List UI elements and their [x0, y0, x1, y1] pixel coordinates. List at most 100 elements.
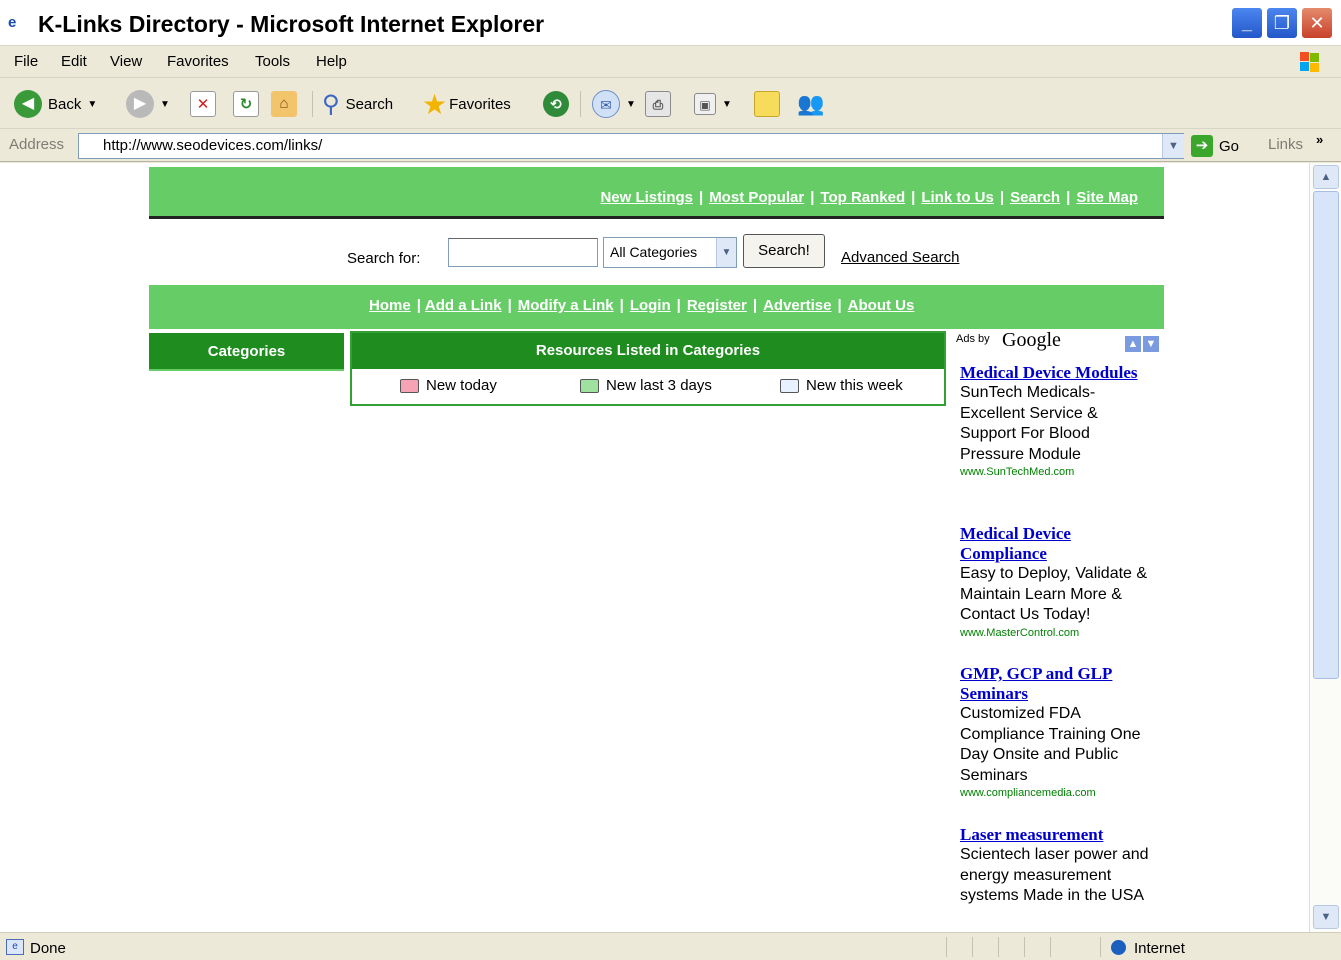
- history-button[interactable]: ⟲: [543, 88, 569, 120]
- home-button[interactable]: ⌂: [271, 88, 297, 120]
- messenger-button[interactable]: 👥: [797, 88, 824, 120]
- nav-site-map[interactable]: Site Map: [1076, 189, 1138, 206]
- menu-file[interactable]: File: [14, 53, 38, 70]
- star-icon: ★: [422, 88, 448, 120]
- nav-modify-a-link[interactable]: Modify a Link: [518, 297, 614, 314]
- links-label[interactable]: Links: [1268, 136, 1303, 153]
- mail-button[interactable]: ✉ ▼: [592, 88, 636, 120]
- category-select-value: All Categories: [610, 244, 698, 260]
- ad-item: Medical Device Compliance Easy to Deploy…: [960, 524, 1156, 640]
- edit-button[interactable]: ▣ ▼: [694, 88, 732, 120]
- vertical-scrollbar[interactable]: ▲ ▼: [1309, 163, 1341, 932]
- category-dropdown-icon[interactable]: ▼: [716, 238, 736, 267]
- edit-dropdown-icon[interactable]: ▼: [722, 99, 732, 110]
- nav-separator: |: [911, 189, 916, 206]
- back-label: Back: [48, 95, 82, 113]
- favorites-toolbar-label: Favorites: [449, 95, 511, 113]
- legend-new-today: New today: [400, 377, 497, 394]
- nav-new-listings[interactable]: New Listings: [600, 189, 693, 206]
- address-url: http://www.seodevices.com/links/: [103, 137, 323, 154]
- browser-window: e K-Links Directory - Microsoft Internet…: [0, 0, 1341, 960]
- nav-top-ranked[interactable]: Top Ranked: [820, 189, 905, 206]
- categories-header: Categories: [149, 333, 344, 371]
- window-title: K-Links Directory - Microsoft Internet E…: [38, 11, 545, 37]
- scroll-down-icon[interactable]: ▼: [1313, 905, 1339, 929]
- nav-separator: |: [999, 189, 1005, 206]
- category-select[interactable]: All Categories ▼: [603, 237, 737, 268]
- main-nav-links: Home | Add a Link | Modify a Link | Login | Regi…: [369, 297, 914, 314]
- green-folder-icon: [580, 378, 599, 393]
- nav-login[interactable]: Login: [630, 297, 671, 314]
- refresh-button[interactable]: ↻: [233, 88, 259, 120]
- forward-arrow-icon: ▶: [126, 90, 154, 118]
- ad-title-link[interactable]: Medical Device Modules: [960, 363, 1138, 382]
- history-icon: ⟲: [543, 91, 569, 117]
- ad-url[interactable]: www.SunTechMed.com: [960, 465, 1156, 479]
- toolbar: ◀ Back ▼ ▶ ▼ ✕ ↻ ⌂ ⚲ Search ★ Favorites …: [0, 79, 1341, 129]
- menu-view[interactable]: View: [110, 53, 142, 70]
- minimize-button[interactable]: _: [1231, 7, 1263, 39]
- nav-register[interactable]: Register: [687, 297, 747, 314]
- discuss-button[interactable]: [754, 88, 780, 120]
- back-dropdown-icon[interactable]: ▼: [87, 99, 97, 110]
- search-input[interactable]: [448, 238, 598, 267]
- ad-body: Easy to Deploy, Validate & Maintain Lear…: [960, 565, 1148, 624]
- scrollbar-thumb[interactable]: [1313, 191, 1339, 679]
- nav-link-to-us[interactable]: Link to Us: [921, 189, 994, 206]
- ads-by-label[interactable]: Ads by: [956, 333, 990, 345]
- close-button[interactable]: ✕: [1301, 7, 1333, 39]
- menu-tools[interactable]: Tools: [255, 53, 290, 70]
- ad-title-link[interactable]: GMP, GCP and GLP Seminars: [960, 664, 1112, 703]
- stop-button[interactable]: ✕: [190, 88, 216, 120]
- menu-bar: File Edit View Favorites Tools Help: [0, 46, 1341, 78]
- status-bar: e Done Internet: [0, 932, 1341, 960]
- page-viewport: New Listings | Most Popular | Top Ranked | Lin…: [0, 163, 1309, 932]
- ad-title-link[interactable]: Medical Device Compliance: [960, 524, 1071, 563]
- windows-flag-icon: [1300, 52, 1319, 72]
- address-dropdown-icon[interactable]: ▼: [1162, 134, 1184, 158]
- ad-prev-icon[interactable]: ▲: [1125, 336, 1141, 352]
- restore-button[interactable]: ❐: [1266, 7, 1298, 39]
- links-chevron-icon[interactable]: »: [1316, 132, 1323, 147]
- security-zone-text: Internet: [1134, 940, 1185, 957]
- forward-button[interactable]: ▶ ▼: [126, 88, 170, 120]
- go-button[interactable]: ➔ Go: [1191, 135, 1239, 157]
- ad-url[interactable]: www.compliancemedia.com: [960, 786, 1156, 800]
- ad-title-link[interactable]: Laser measurement: [960, 825, 1103, 844]
- ad-item: GMP, GCP and GLP Seminars Customized FDA…: [960, 664, 1156, 800]
- nav-search[interactable]: Search: [1010, 189, 1060, 206]
- nav-home[interactable]: Home: [369, 297, 411, 314]
- forward-dropdown-icon[interactable]: ▼: [160, 99, 170, 110]
- status-separator: [1100, 937, 1101, 957]
- nav-about-us[interactable]: About Us: [848, 297, 915, 314]
- nav-add-a-link[interactable]: Add a Link: [425, 297, 502, 314]
- ad-item: Medical Device Modules SunTech Medicals-…: [960, 363, 1156, 479]
- ad-next-icon[interactable]: ▼: [1143, 336, 1159, 352]
- nav-most-popular[interactable]: Most Popular: [709, 189, 804, 206]
- status-separator: [946, 937, 947, 957]
- mail-dropdown-icon[interactable]: ▼: [626, 99, 636, 110]
- scroll-up-icon[interactable]: ▲: [1313, 165, 1339, 189]
- favorites-toolbar-button[interactable]: ★ Favorites: [422, 88, 511, 120]
- back-button[interactable]: ◀ Back ▼: [14, 88, 97, 120]
- status-separator: [998, 937, 999, 957]
- ad-item: Laser measurement Scientech laser power …: [960, 825, 1156, 907]
- nav-advertise[interactable]: Advertise: [763, 297, 831, 314]
- google-logo[interactable]: Google: [1002, 329, 1061, 352]
- advanced-search-link[interactable]: Advanced Search: [841, 249, 959, 266]
- legend-new-last-3-days: New last 3 days: [580, 377, 712, 394]
- search-toolbar-button[interactable]: ⚲ Search: [322, 88, 393, 120]
- menu-favorites[interactable]: Favorites: [167, 53, 229, 70]
- ad-url[interactable]: www.MasterControl.com: [960, 626, 1156, 640]
- main-nav-bar: Home | Add a Link | Modify a Link | Login | Regi…: [149, 285, 1164, 329]
- toolbar-separator: [580, 91, 581, 117]
- print-button[interactable]: ⎙: [645, 88, 671, 120]
- search-button[interactable]: Search!: [743, 234, 825, 268]
- menu-edit[interactable]: Edit: [61, 53, 87, 70]
- status-separator: [1024, 937, 1025, 957]
- menu-help[interactable]: Help: [316, 53, 347, 70]
- address-input[interactable]: http://www.seodevices.com/links/: [78, 133, 1184, 159]
- toolbar-separator: [312, 91, 313, 117]
- mail-icon: ✉: [592, 90, 620, 118]
- go-label: Go: [1219, 137, 1240, 155]
